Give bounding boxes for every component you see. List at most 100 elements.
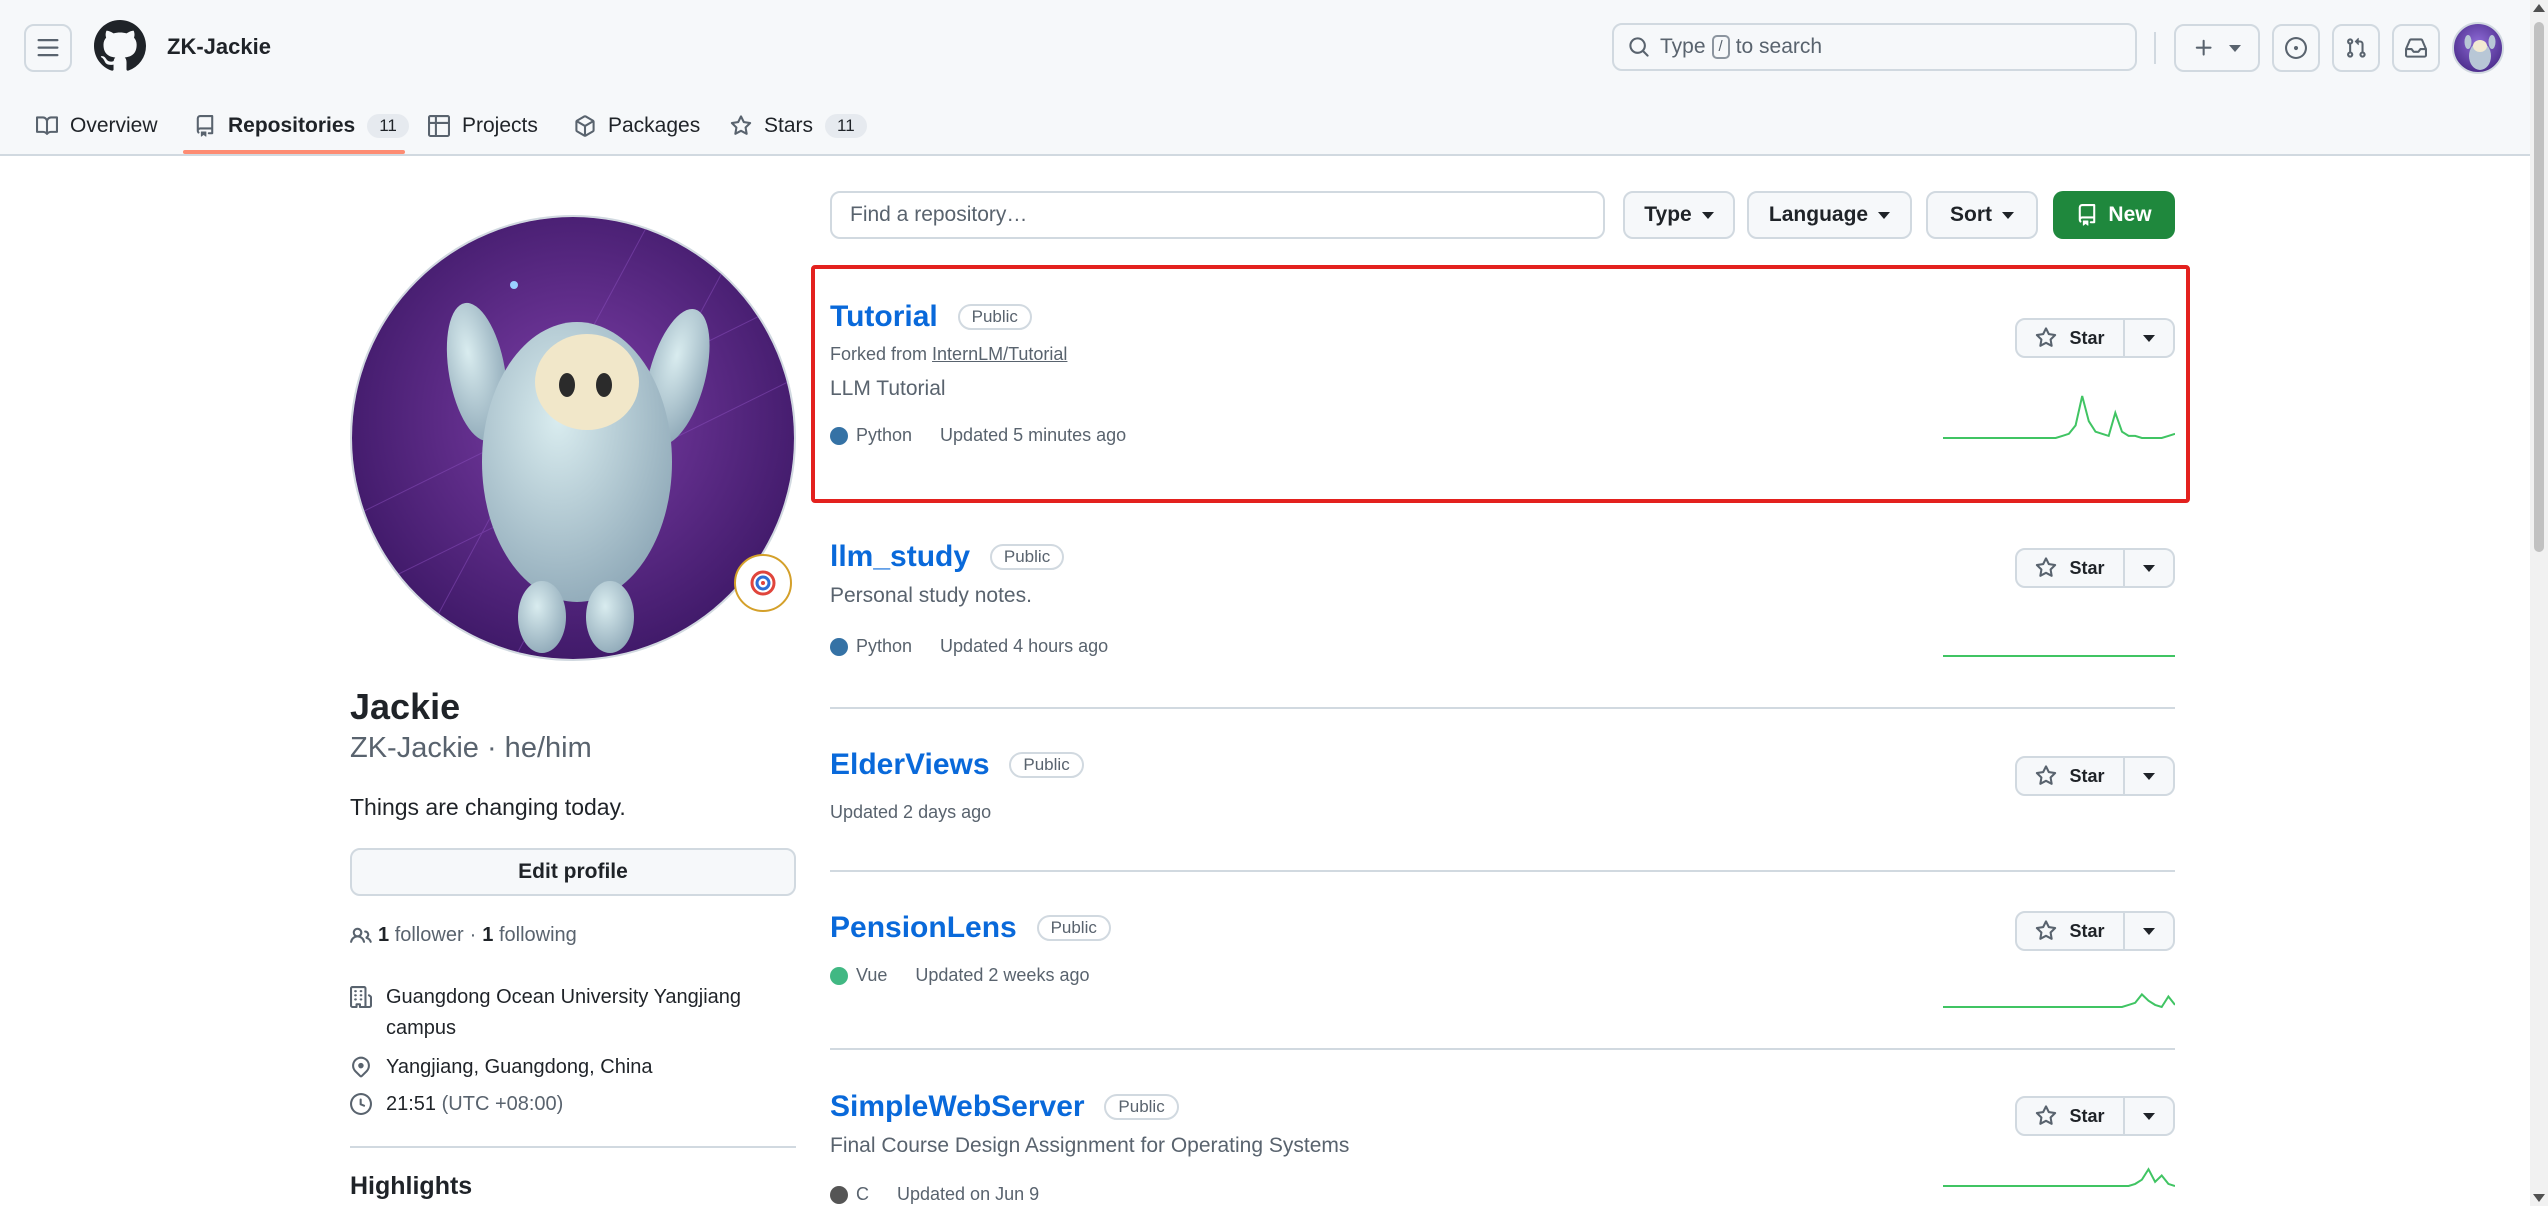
issues-button[interactable] — [2272, 24, 2320, 72]
repo-description: Personal study notes. — [830, 584, 1032, 607]
sort-button[interactable]: Sort — [1926, 191, 2038, 239]
hamburger-icon — [37, 39, 59, 57]
search-prefix: Type — [1660, 35, 1706, 58]
tab-repositories-label: Repositories — [228, 114, 356, 137]
owner-link[interactable]: ZK-Jackie — [167, 34, 271, 60]
activity-sparkline — [1943, 655, 2175, 657]
status-emoji-button[interactable] — [734, 554, 792, 612]
star-button[interactable]: Star — [2015, 548, 2125, 588]
location-row: Yangjiang, Guangdong, China — [350, 1052, 653, 1088]
star-button[interactable]: Star — [2015, 756, 2125, 796]
plus-icon — [2195, 39, 2212, 56]
language-filter-button[interactable]: Language — [1747, 191, 1912, 239]
tab-projects[interactable]: Projects — [428, 96, 538, 156]
user-avatar[interactable] — [2452, 22, 2504, 74]
github-logo-icon[interactable] — [94, 20, 146, 72]
pull-request-icon — [2347, 37, 2366, 58]
followers-link[interactable]: 1 follower — [378, 924, 464, 947]
followers-count: 1 — [378, 924, 390, 946]
location-icon — [352, 1056, 370, 1078]
star-button-group: Star — [2015, 911, 2175, 951]
sparkline-path — [1943, 1167, 2175, 1187]
repo-icon — [2079, 204, 2096, 226]
sidebar-divider — [350, 1146, 796, 1148]
star-label: Star — [2069, 920, 2105, 941]
sort-label: Sort — [1950, 203, 1992, 226]
repo-divider — [830, 870, 2175, 872]
star-icon — [730, 115, 752, 135]
repo-language: Python — [856, 636, 913, 656]
target-icon — [750, 570, 776, 596]
tab-projects-label: Projects — [462, 114, 538, 137]
star-icon — [2036, 557, 2057, 577]
repo-name-link[interactable]: llm_study — [830, 540, 970, 574]
timezone-text: (UTC +08:00) — [441, 1093, 564, 1115]
menu-button[interactable] — [24, 24, 72, 72]
issue-icon — [2285, 37, 2307, 59]
star-icon — [2036, 1105, 2057, 1125]
repo-item: PensionLens Public Vue Updated 2 weeks a… — [830, 911, 2175, 1011]
global-search[interactable]: Type / to search — [1612, 23, 2137, 71]
tab-packages-label: Packages — [608, 114, 701, 137]
new-repository-button[interactable]: New — [2053, 191, 2175, 239]
profile-avatar[interactable] — [350, 215, 796, 661]
star-button[interactable]: Star — [2015, 911, 2125, 951]
star-list-dropdown[interactable] — [2125, 548, 2175, 588]
profile-bio: Things are changing today. — [350, 794, 626, 820]
star-button-group: Star — [2015, 1096, 2175, 1136]
repo-language: Vue — [856, 965, 888, 985]
repo-updated: Updated 4 hours ago — [940, 636, 1109, 656]
tab-stars-label: Stars — [764, 114, 814, 137]
profile-tabs: Overview Repositories 11 Projects Packag… — [0, 96, 2548, 156]
follow-stats: 1 follower · 1 following — [350, 924, 577, 947]
repo-item: llm_study Public Personal study notes. P… — [830, 540, 2175, 680]
scroll-up-arrow-icon[interactable] — [2533, 4, 2545, 12]
create-new-button[interactable] — [2174, 24, 2260, 72]
find-repository-input[interactable]: Find a repository… — [830, 191, 1605, 239]
tab-repositories[interactable]: Repositories 11 — [194, 96, 409, 156]
tab-packages[interactable]: Packages — [574, 96, 700, 156]
page-scrollbar[interactable] — [2530, 0, 2548, 1206]
chevron-down-icon — [2229, 44, 2241, 52]
repo-item: SimpleWebServer Public Final Course Desi… — [830, 1090, 2175, 1206]
tab-overview-label: Overview — [70, 114, 158, 137]
star-button-group: Star — [2015, 548, 2175, 588]
stars-count-badge: 11 — [825, 114, 867, 138]
language-color-dot — [830, 637, 848, 656]
organization-text: Guangdong Ocean University Yangjiang cam… — [386, 986, 742, 1039]
tab-stars[interactable]: Stars 11 — [730, 96, 867, 156]
package-icon — [575, 115, 595, 137]
activity-sparkline — [1943, 992, 2175, 1009]
type-filter-button[interactable]: Type — [1623, 191, 1735, 239]
star-list-dropdown[interactable] — [2125, 911, 2175, 951]
inbox-button[interactable] — [2392, 24, 2440, 72]
profile-login: ZK-Jackie · he/him — [350, 732, 592, 764]
star-label: Star — [2069, 557, 2105, 578]
type-filter-label: Type — [1644, 203, 1692, 226]
profile-avatar-image — [352, 217, 794, 659]
pull-requests-button[interactable] — [2332, 24, 2380, 72]
language-color-dot — [830, 966, 848, 985]
chevron-down-icon — [1878, 211, 1891, 219]
avatar-image — [2464, 35, 2496, 70]
local-time-text: 21:51 — [386, 1093, 437, 1115]
repo-updated: Updated on Jun 9 — [897, 1184, 1040, 1204]
repo-name-link[interactable]: SimpleWebServer — [830, 1090, 1085, 1124]
following-link[interactable]: 1 following — [482, 924, 577, 947]
chevron-down-icon — [2143, 772, 2155, 780]
star-list-dropdown[interactable] — [2125, 756, 2175, 796]
repo-language: C — [856, 1184, 869, 1204]
star-list-dropdown[interactable] — [2125, 1096, 2175, 1136]
language-color-dot — [830, 1185, 848, 1204]
repo-name-link[interactable]: ElderViews — [830, 748, 990, 782]
edit-profile-button[interactable]: Edit profile — [350, 848, 796, 896]
star-icon — [2036, 920, 2057, 940]
language-filter-label: Language — [1768, 203, 1869, 226]
star-label: Star — [2069, 1105, 2105, 1126]
scroll-thumb[interactable] — [2534, 22, 2544, 552]
scroll-down-arrow-icon[interactable] — [2533, 1194, 2545, 1202]
repo-name-link[interactable]: PensionLens — [830, 911, 1017, 945]
activity-sparkline — [1943, 1167, 2175, 1187]
tab-overview[interactable]: Overview — [36, 96, 158, 156]
star-button[interactable]: Star — [2015, 1096, 2125, 1136]
